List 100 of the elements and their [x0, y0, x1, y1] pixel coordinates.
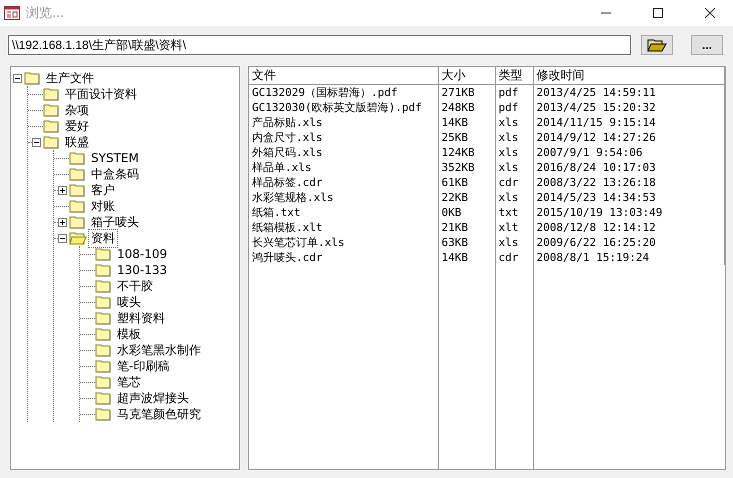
column-header[interactable]: 修改时间	[533, 67, 724, 84]
folder-icon	[43, 87, 61, 101]
tree-item[interactable]: 108-109	[115, 247, 170, 261]
folder-icon	[69, 167, 87, 181]
table-cell: 鸿升唛头.cdr	[249, 250, 438, 265]
folder-icon	[43, 135, 61, 149]
folder-icon	[95, 391, 113, 405]
tree-item[interactable]: 不干胶	[115, 278, 155, 294]
folder-icon	[95, 359, 113, 373]
table-cell: 2013/4/25 14:59:11	[533, 84, 724, 100]
folder-icon	[95, 343, 113, 357]
tree-item[interactable]: 爱好	[63, 118, 91, 134]
table-cell: 61KB	[438, 175, 495, 190]
table-cell: 248KB	[438, 100, 495, 115]
table-cell: 2014/9/12 14:27:26	[533, 130, 724, 145]
column-header[interactable]: 文件	[249, 67, 438, 84]
table-cell: pdf	[495, 84, 533, 100]
table-cell: 外箱尺码.xls	[249, 145, 438, 160]
tree-item[interactable]: 笔-印刷稿	[115, 358, 172, 374]
table-cell: xls	[495, 235, 533, 250]
app-icon	[4, 6, 20, 20]
tree-item[interactable]: 唛头	[115, 294, 143, 310]
tree-item[interactable]: 资料	[89, 230, 117, 246]
open-folder-icon	[647, 38, 667, 52]
folder-icon	[95, 247, 113, 261]
folder-icon	[69, 151, 87, 165]
table-cell: 纸箱.txt	[249, 205, 438, 220]
more-button[interactable]: ...	[691, 35, 723, 55]
tree-item[interactable]: 模板	[115, 326, 143, 342]
open-folder-icon	[69, 231, 87, 245]
tree-item[interactable]: 联盛	[63, 134, 91, 150]
maximize-icon	[653, 8, 663, 18]
folder-icon	[95, 263, 113, 277]
tree-item[interactable]: 130-133	[115, 263, 170, 277]
collapse-toggle[interactable]	[13, 74, 22, 82]
plus-icon	[59, 186, 66, 194]
table-cell: 2007/9/1 9:54:06	[533, 145, 724, 160]
tree-item[interactable]: 中盒条码	[89, 166, 141, 182]
folder-icon	[95, 295, 113, 309]
tree-item[interactable]: 客户	[89, 182, 117, 198]
table-cell: xls	[495, 190, 533, 205]
table-cell: 产品标贴.xls	[249, 115, 438, 130]
folder-icon	[95, 327, 113, 341]
tree-item[interactable]: 杂项	[63, 102, 91, 118]
tree-item[interactable]: 超声波焊接头	[115, 390, 191, 406]
table-cell: cdr	[495, 175, 533, 190]
path-field[interactable]: \\192.168.1.18\生产部\联盛\资料\	[8, 35, 631, 55]
tree-item[interactable]: 水彩笔黑水制作	[115, 342, 203, 358]
tree-item[interactable]: 笔芯	[115, 374, 143, 390]
tree-item[interactable]: SYSTEM	[89, 151, 141, 165]
tree-item[interactable]: 生产文件	[44, 70, 96, 86]
open-folder-button[interactable]	[641, 35, 673, 55]
expand-toggle[interactable]	[58, 186, 67, 194]
table-cell: 2014/11/15 9:15:14	[533, 115, 724, 130]
collapse-toggle[interactable]	[58, 234, 67, 242]
table-cell: GC132030(欧标英文版碧海).pdf	[249, 100, 438, 115]
table-cell: xls	[495, 130, 533, 145]
table-cell: xls	[495, 115, 533, 130]
folder-icon	[43, 119, 61, 133]
tree-item[interactable]: 塑料资料	[115, 310, 167, 326]
table-cell: pdf	[495, 100, 533, 115]
column-header[interactable]: 大小	[438, 67, 495, 84]
window-title: 浏览...	[26, 5, 66, 22]
table-cell: 长兴笔芯订单.xls	[249, 235, 438, 250]
tree-item[interactable]: 对账	[89, 198, 117, 214]
table-cell: 21KB	[438, 220, 495, 235]
table-cell: 271KB	[438, 84, 495, 100]
table-cell: 样品标签.cdr	[249, 175, 438, 190]
tree-item[interactable]: 平面设计资料	[63, 86, 139, 102]
table-cell: 样品单.xls	[249, 160, 438, 175]
plus-icon	[59, 218, 66, 226]
folder-icon	[95, 407, 113, 421]
folder-icon	[69, 215, 87, 229]
table-cell: 2014/5/23 14:34:53	[533, 190, 724, 205]
table-cell: 水彩笔规格.xls	[249, 190, 438, 205]
table-cell: 22KB	[438, 190, 495, 205]
table-cell: 2008/12/8 12:14:12	[533, 220, 724, 235]
table-cell: 2013/4/25 15:20:32	[533, 100, 724, 115]
close-icon	[705, 8, 715, 18]
folder-icon	[43, 103, 61, 117]
expand-toggle[interactable]	[58, 218, 67, 226]
table-cell: 纸箱模板.xlt	[249, 220, 438, 235]
table-cell: 2016/8/24 10:17:03	[533, 160, 724, 175]
table-cell: 内盒尺寸.xls	[249, 130, 438, 145]
folder-icon	[24, 71, 42, 85]
table-cell: 63KB	[438, 235, 495, 250]
table-cell: xlt	[495, 220, 533, 235]
table-cell: GC132029（国标碧海）.pdf	[249, 84, 438, 100]
table-cell: 0KB	[438, 205, 495, 220]
folder-icon	[95, 375, 113, 389]
table-cell: 2008/8/1 15:19:24	[533, 250, 724, 265]
folder-icon	[95, 279, 113, 293]
column-header[interactable]: 类型	[495, 67, 533, 84]
tree-item[interactable]: 箱子唛头	[89, 214, 141, 230]
folder-icon	[95, 311, 113, 325]
table-cell: 2009/6/22 16:25:20	[533, 235, 724, 250]
collapse-toggle[interactable]	[32, 138, 41, 146]
table-cell: 14KB	[438, 115, 495, 130]
table-cell: 352KB	[438, 160, 495, 175]
tree-item[interactable]: 马克笔颜色研究	[115, 406, 203, 422]
